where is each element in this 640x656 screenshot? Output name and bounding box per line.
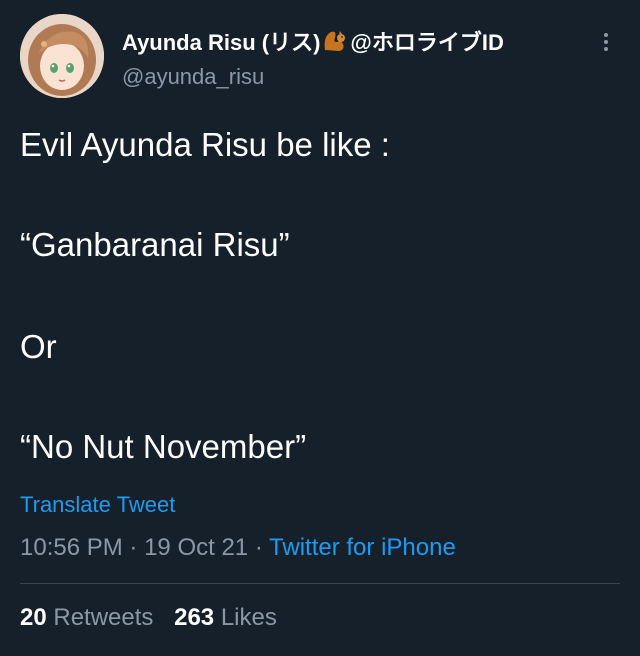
- display-name-text: Ayunda Risu (リス): [122, 30, 321, 55]
- tweet-metadata: 10:56 PM · 19 Oct 21 · Twitter for iPhon…: [20, 534, 456, 562]
- retweets-count: 20: [20, 604, 47, 631]
- tweet-date[interactable]: 19 Oct 21: [144, 534, 248, 561]
- retweets-stat[interactable]: 20 Retweets: [20, 604, 160, 631]
- tweet-stats: 20 Retweets 263 Likes: [20, 604, 291, 632]
- divider: [20, 583, 620, 584]
- likes-label: Likes: [220, 604, 277, 631]
- tweet-text-line: “No Nut November”: [20, 428, 307, 465]
- tweet-source-link[interactable]: Twitter for iPhone: [269, 534, 456, 561]
- tweet-time[interactable]: 10:56 PM: [20, 534, 123, 561]
- retweets-label: Retweets: [53, 604, 154, 631]
- translate-tweet-link[interactable]: Translate Tweet: [20, 492, 175, 518]
- avatar-image: [20, 14, 104, 98]
- tweet-text-line: Evil Ayunda Risu be like :: [20, 126, 390, 163]
- tweet-text-line: Or: [20, 328, 57, 365]
- display-name-affiliation: @ホロライブID: [350, 30, 504, 55]
- likes-count: 263: [174, 604, 215, 631]
- display-name[interactable]: Ayunda Risu (リス) @ホロライブID: [122, 26, 504, 56]
- meta-separator: ·: [129, 534, 138, 561]
- likes-stat[interactable]: 263 Likes: [174, 604, 277, 631]
- more-options-icon[interactable]: [600, 30, 612, 54]
- tweet-card: Ayunda Risu (リス) @ホロライブID @ayunda_risu E…: [0, 0, 640, 656]
- squirrel-icon: [321, 28, 349, 54]
- user-handle[interactable]: @ayunda_risu: [122, 64, 264, 90]
- tweet-text-line: “Ganbaranai Risu”: [20, 226, 290, 263]
- meta-separator: ·: [254, 534, 263, 561]
- avatar[interactable]: [20, 14, 104, 98]
